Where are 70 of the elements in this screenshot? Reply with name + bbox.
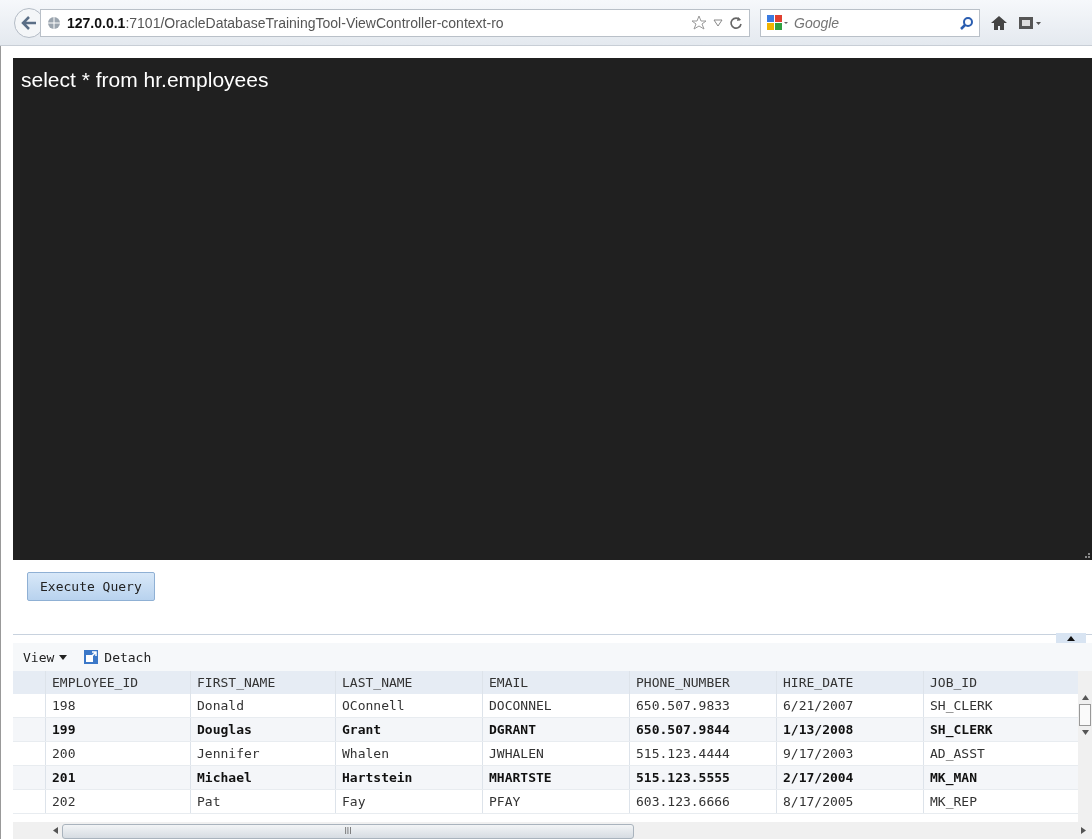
home-icon[interactable] bbox=[990, 14, 1008, 31]
column-header[interactable]: LAST_NAME bbox=[335, 671, 482, 694]
column-header[interactable]: EMPLOYEE_ID bbox=[45, 671, 190, 694]
table-cell: 9/17/2003 bbox=[776, 742, 923, 765]
table-cell: PFAY bbox=[482, 790, 629, 813]
column-header[interactable]: PHONE_NUMBER bbox=[629, 671, 776, 694]
table-cell: 1/13/2008 bbox=[776, 718, 923, 741]
table-cell: 200 bbox=[45, 742, 190, 765]
sql-query-text: select * from hr.employees bbox=[21, 68, 269, 91]
caret-icon bbox=[59, 654, 68, 660]
column-header[interactable]: HIRE_DATE bbox=[776, 671, 923, 694]
table-cell: OConnell bbox=[335, 694, 482, 717]
table-cell: MK_MAN bbox=[923, 766, 1070, 789]
table-cell: Grant bbox=[335, 718, 482, 741]
column-header[interactable]: FIRST_NAME bbox=[190, 671, 335, 694]
table-cell: Fay bbox=[335, 790, 482, 813]
table-cell: JWHALEN bbox=[482, 742, 629, 765]
search-field[interactable]: Google bbox=[760, 8, 980, 37]
table-cell: Pat bbox=[190, 790, 335, 813]
table-cell: 201 bbox=[45, 766, 190, 789]
back-arrow-icon[interactable] bbox=[21, 15, 37, 30]
detach-icon bbox=[83, 649, 100, 665]
table-cell: 515.123.4444 bbox=[629, 742, 776, 765]
table-cell: 2/17/2004 bbox=[776, 766, 923, 789]
table-cell: 650.507.9844 bbox=[629, 718, 776, 741]
table-cell: MHARTSTE bbox=[482, 766, 629, 789]
resize-grip-icon[interactable] bbox=[1082, 550, 1090, 558]
table-cell: MK_REP bbox=[923, 790, 1070, 813]
scroll-left-icon[interactable] bbox=[53, 827, 58, 834]
column-header[interactable]: EMAIL bbox=[482, 671, 629, 694]
table-cell: 199 bbox=[45, 718, 190, 741]
search-icon[interactable] bbox=[960, 15, 974, 30]
table-cell: Douglas bbox=[190, 718, 335, 741]
bookmarks-icon[interactable] bbox=[1018, 14, 1042, 31]
detach-button[interactable]: Detach bbox=[83, 649, 152, 665]
table-cell: SH_CLERK bbox=[923, 718, 1070, 741]
address-bar[interactable]: 127.0.0.1:7101/OracleDatabaseTrainingTool-ViewController-context-ro bbox=[40, 8, 750, 37]
table-cell: 202 bbox=[45, 790, 190, 813]
vertical-scrollbar[interactable] bbox=[1078, 671, 1092, 822]
search-engine-icon bbox=[766, 13, 788, 32]
scroll-thumb[interactable] bbox=[1079, 704, 1091, 726]
reload-icon[interactable] bbox=[729, 15, 743, 30]
url-text: 127.0.0.1:7101/OracleDatabaseTrainingTool-ViewController-context-ro bbox=[67, 14, 505, 31]
view-menu[interactable]: View bbox=[23, 649, 68, 665]
table-cell: 603.123.6666 bbox=[629, 790, 776, 813]
table-cell: DGRANT bbox=[482, 718, 629, 741]
table-cell: Donald bbox=[190, 694, 335, 717]
table-cell: Michael bbox=[190, 766, 335, 789]
execute-query-button[interactable]: Execute Query bbox=[27, 572, 155, 601]
table-cell: Hartstein bbox=[335, 766, 482, 789]
column-header[interactable]: JOB_ID bbox=[923, 671, 1070, 694]
horizontal-scrollbar[interactable]: III bbox=[13, 822, 1092, 839]
table-cell: 6/21/2007 bbox=[776, 694, 923, 717]
table-cell: SH_CLERK bbox=[923, 694, 1070, 717]
table-cell: Whalen bbox=[335, 742, 482, 765]
globe-icon bbox=[47, 15, 61, 30]
collapse-icon[interactable] bbox=[1056, 633, 1086, 643]
table-cell: 198 bbox=[45, 694, 190, 717]
table-cell: DOCONNEL bbox=[482, 694, 629, 717]
table-cell: AD_ASST bbox=[923, 742, 1070, 765]
table-cell: 8/17/2005 bbox=[776, 790, 923, 813]
scroll-right-icon[interactable] bbox=[1081, 827, 1086, 834]
scroll-up-icon[interactable] bbox=[1081, 695, 1089, 700]
table-cell: Jennifer bbox=[190, 742, 335, 765]
table-cell: 650.507.9833 bbox=[629, 694, 776, 717]
scroll-down-icon[interactable] bbox=[1081, 730, 1089, 735]
star-icon[interactable] bbox=[691, 14, 707, 31]
dropdown-icon[interactable] bbox=[713, 18, 723, 27]
sql-editor[interactable]: select * from hr.employees bbox=[13, 58, 1092, 560]
table-cell: 515.123.5555 bbox=[629, 766, 776, 789]
